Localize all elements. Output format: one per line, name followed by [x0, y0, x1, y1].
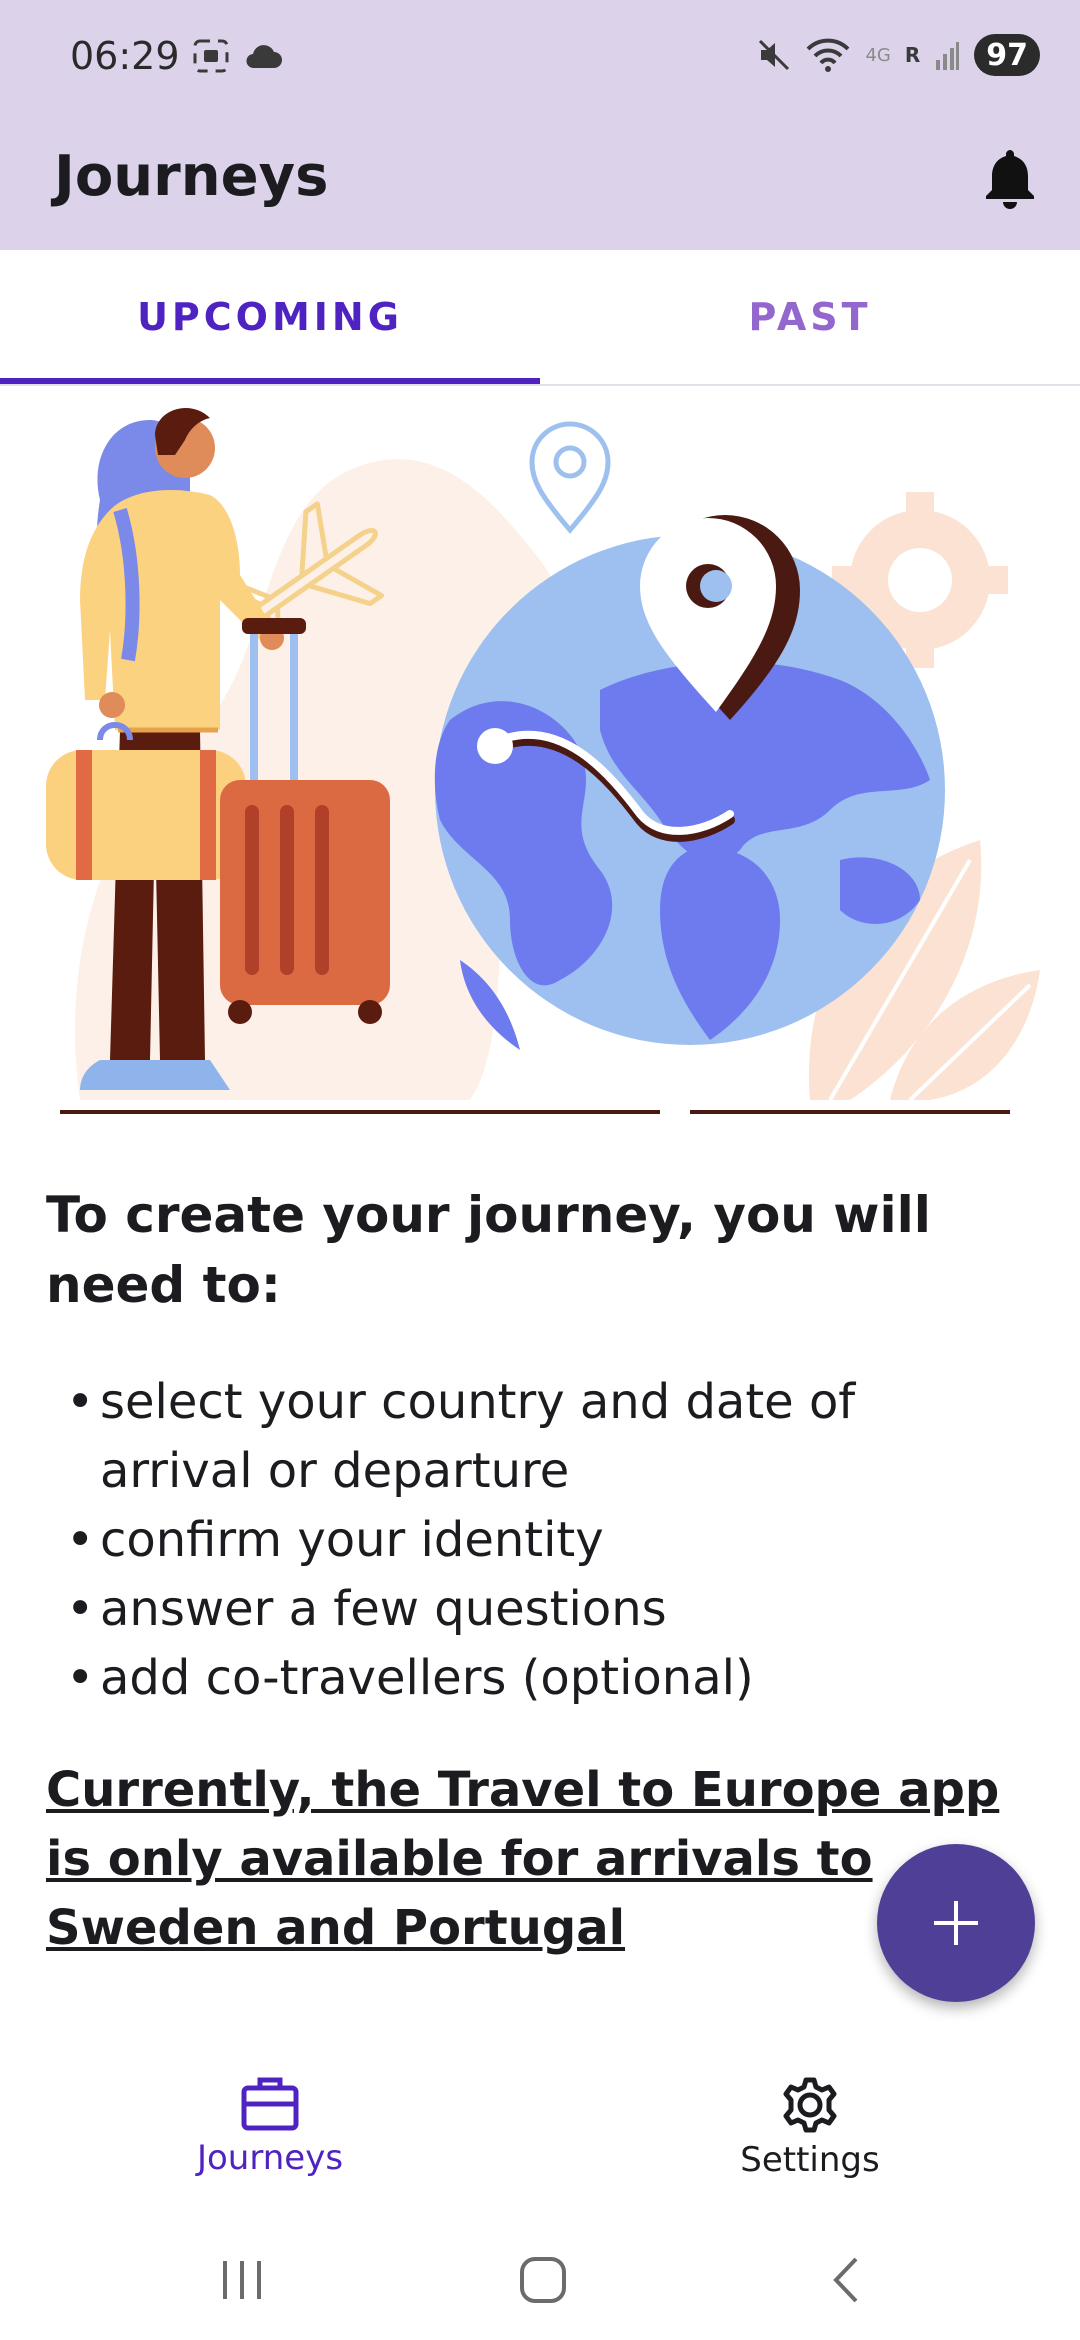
list-item: select your country and date of arrival … — [60, 1368, 1020, 1506]
screenshot-icon — [193, 39, 229, 73]
briefcase-icon — [241, 2077, 299, 2131]
signal-icon — [936, 42, 960, 70]
page-title: Journeys — [54, 144, 329, 209]
nav-settings-label: Settings — [740, 2140, 880, 2180]
list-item: confirm your identity — [60, 1506, 1020, 1575]
add-journey-button[interactable] — [877, 1844, 1035, 2002]
status-time: 06:29 — [70, 34, 180, 78]
nav-settings[interactable]: Settings — [660, 2076, 960, 2180]
tab-indicator — [0, 378, 540, 384]
mute-icon — [759, 39, 790, 71]
tab-bar: UPCOMING PAST — [0, 250, 1080, 386]
requirements-list: select your country and date of arrival … — [60, 1368, 1020, 1713]
nav-journeys[interactable]: Journeys — [120, 2076, 420, 2178]
home-button[interactable] — [483, 2240, 603, 2320]
battery-indicator: 97 — [974, 34, 1040, 76]
home-icon — [520, 2257, 566, 2303]
recents-button[interactable] — [182, 2240, 302, 2320]
list-item: answer a few questions — [60, 1575, 1020, 1644]
back-button[interactable] — [786, 2240, 906, 2320]
gear-icon — [783, 2077, 837, 2133]
sim-label: R — [904, 43, 921, 67]
plus-icon — [934, 1901, 978, 1945]
recents-icon — [223, 2261, 261, 2299]
back-icon — [833, 2257, 858, 2303]
location-pin-decoration — [529, 421, 611, 534]
tab-upcoming[interactable]: UPCOMING — [0, 250, 540, 384]
instructions-heading: To create your journey, you will need to… — [46, 1186, 931, 1314]
network-type: 4G — [865, 44, 891, 66]
wifi-icon — [807, 38, 850, 72]
notifications-button[interactable] — [974, 138, 1046, 218]
cloud-icon — [246, 45, 282, 69]
status-right-icons: 4G R 97 — [757, 34, 1040, 76]
app-bar: Journeys — [0, 118, 1080, 250]
status-bar: 06:29 4G R 97 — [0, 0, 1080, 118]
nav-journeys-label: Journeys — [196, 2138, 344, 2178]
travel-illustration — [46, 407, 1040, 1114]
list-item: add co-travellers (optional) — [60, 1644, 1020, 1713]
bell-icon — [986, 150, 1034, 209]
status-left-icons — [192, 38, 284, 74]
tab-past[interactable]: PAST — [540, 250, 1080, 384]
system-navigation-bar — [0, 2220, 1080, 2340]
bottom-navigation: Journeys Settings — [0, 2040, 1080, 2220]
availability-notice: Currently, the Travel to Europe app is o… — [46, 1762, 1000, 1956]
